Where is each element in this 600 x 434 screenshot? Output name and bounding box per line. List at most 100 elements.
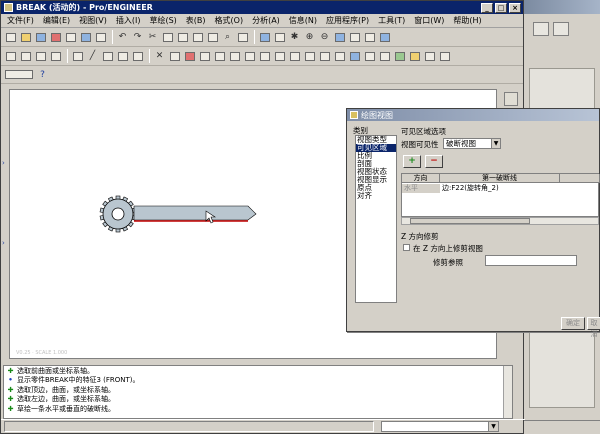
- clip-icon[interactable]: [423, 50, 436, 63]
- email-icon[interactable]: [79, 31, 92, 44]
- datum-tag-icon[interactable]: [273, 50, 286, 63]
- table-cell-direction[interactable]: 水平: [402, 184, 440, 193]
- save-copy-icon[interactable]: [49, 31, 62, 44]
- category-item-alignment[interactable]: 对齐: [356, 192, 396, 200]
- search-icon[interactable]: ⌕: [221, 31, 234, 44]
- add-break-button[interactable]: +: [403, 155, 421, 168]
- cancel-button[interactable]: 取消: [587, 317, 600, 338]
- menu-edit[interactable]: 编辑(E): [43, 15, 70, 26]
- info-icon: •: [8, 376, 13, 385]
- point-icon[interactable]: [34, 50, 47, 63]
- balloon-icon[interactable]: [228, 50, 241, 63]
- line-icon[interactable]: ╱: [86, 50, 99, 63]
- spin-center-icon[interactable]: ✱: [288, 31, 301, 44]
- menu-insert[interactable]: 插入(I): [116, 15, 141, 26]
- move-icon[interactable]: [288, 50, 301, 63]
- sheet-icon[interactable]: [363, 50, 376, 63]
- check-icon: ✚: [7, 404, 14, 413]
- message-scrollbar[interactable]: [503, 366, 512, 418]
- save-icon[interactable]: [34, 31, 47, 44]
- dialog-title: 绘图视图: [361, 110, 393, 120]
- apply-button[interactable]: 确定: [561, 317, 585, 330]
- menu-table[interactable]: 表(B): [186, 15, 206, 26]
- edit-icon[interactable]: [101, 50, 114, 63]
- visibility-combo[interactable]: 破断视图 ▼: [443, 138, 501, 149]
- scroll-thumb[interactable]: [410, 218, 530, 224]
- cut-icon[interactable]: ✂: [146, 31, 159, 44]
- menu-window[interactable]: 窗口(W): [414, 15, 444, 26]
- print-icon[interactable]: [64, 31, 77, 44]
- maximize-button[interactable]: □: [495, 2, 507, 13]
- highlight-icon[interactable]: [408, 50, 421, 63]
- help-arrow-icon[interactable]: ?: [36, 68, 49, 81]
- minimize-button[interactable]: _: [481, 2, 493, 13]
- cross-icon[interactable]: ✕: [153, 50, 166, 63]
- open-folder-icon[interactable]: [19, 31, 32, 44]
- menu-analysis[interactable]: 分析(A): [252, 15, 280, 26]
- orient-icon[interactable]: [273, 31, 286, 44]
- clip-reference-field[interactable]: [485, 255, 577, 266]
- hatch-icon[interactable]: [378, 50, 391, 63]
- repaint-icon[interactable]: [258, 31, 271, 44]
- toolbar-drawing: ╱ ✕: [1, 47, 523, 66]
- dimension-icon[interactable]: [168, 50, 181, 63]
- table-cell-first-line[interactable]: 边:F22(旋转角_2): [440, 184, 560, 193]
- menu-sketch[interactable]: 草绘(S): [149, 15, 176, 26]
- gtol-icon[interactable]: [243, 50, 256, 63]
- datum-icon[interactable]: [4, 50, 17, 63]
- menu-file[interactable]: 文件(F): [7, 15, 34, 26]
- grid-icon[interactable]: [131, 50, 144, 63]
- view-manager-icon[interactable]: [348, 31, 361, 44]
- new-file-icon[interactable]: [4, 31, 17, 44]
- menu-info[interactable]: 信息(N): [289, 15, 317, 26]
- selection-filter-combo[interactable]: ▼: [381, 421, 499, 432]
- symbol-icon[interactable]: [213, 50, 226, 63]
- sketcher-tool-icon[interactable]: [504, 92, 518, 106]
- redo-icon[interactable]: ↷: [131, 31, 144, 44]
- copy-icon[interactable]: [161, 31, 174, 44]
- view-icon[interactable]: [116, 50, 129, 63]
- paste-special-icon[interactable]: [191, 31, 204, 44]
- message-line: ✚ 草绘一条水平或垂直的破断线。: [7, 404, 115, 413]
- cleanup-icon[interactable]: [318, 50, 331, 63]
- coordinate-icon[interactable]: [49, 50, 62, 63]
- menu-view[interactable]: 视图(V): [79, 15, 107, 26]
- menu-applications[interactable]: 应用程序(P): [326, 15, 369, 26]
- table-scrollbar[interactable]: [401, 217, 599, 225]
- background-tool-button[interactable]: [553, 22, 569, 36]
- print-preview-icon[interactable]: [94, 31, 107, 44]
- menu-format[interactable]: 格式(O): [215, 15, 244, 26]
- table-icon[interactable]: [198, 50, 211, 63]
- paste-icon[interactable]: [176, 31, 189, 44]
- chevron-down-icon[interactable]: ▼: [491, 139, 500, 148]
- undo-icon[interactable]: ↶: [116, 31, 129, 44]
- filter-box-icon[interactable]: [4, 68, 34, 81]
- model-tree-icon[interactable]: [378, 31, 391, 44]
- background-tool-button[interactable]: [533, 22, 549, 36]
- sketch-icon[interactable]: [71, 50, 84, 63]
- expand-arrow-icon[interactable]: ›: [2, 239, 7, 247]
- arrange-icon[interactable]: [333, 50, 346, 63]
- format-icon[interactable]: [348, 50, 361, 63]
- menu-help[interactable]: 帮助(H): [453, 15, 481, 26]
- surface-finish-icon[interactable]: [258, 50, 271, 63]
- expand-arrow-icon[interactable]: ›: [2, 159, 7, 167]
- window-title: BREAK (活动的) - Pro/ENGINEER: [16, 3, 153, 12]
- layer-icon[interactable]: [393, 50, 406, 63]
- layers-icon[interactable]: [363, 31, 376, 44]
- fit-icon[interactable]: [333, 31, 346, 44]
- note-icon[interactable]: [183, 50, 196, 63]
- z-clip-checkbox[interactable]: [403, 244, 410, 251]
- close-button[interactable]: ×: [509, 2, 521, 13]
- remove-break-button[interactable]: −: [425, 155, 443, 168]
- dialog-title-bar: 绘图视图: [347, 109, 599, 121]
- axis-icon[interactable]: [19, 50, 32, 63]
- trim-icon[interactable]: [438, 50, 451, 63]
- align-icon[interactable]: [303, 50, 316, 63]
- select-icon[interactable]: [236, 31, 249, 44]
- zoom-in-icon[interactable]: ⊕: [303, 31, 316, 44]
- chevron-down-icon[interactable]: ▼: [488, 422, 498, 431]
- menu-tools[interactable]: 工具(T): [378, 15, 405, 26]
- regenerate-icon[interactable]: [206, 31, 219, 44]
- zoom-out-icon[interactable]: ⊖: [318, 31, 331, 44]
